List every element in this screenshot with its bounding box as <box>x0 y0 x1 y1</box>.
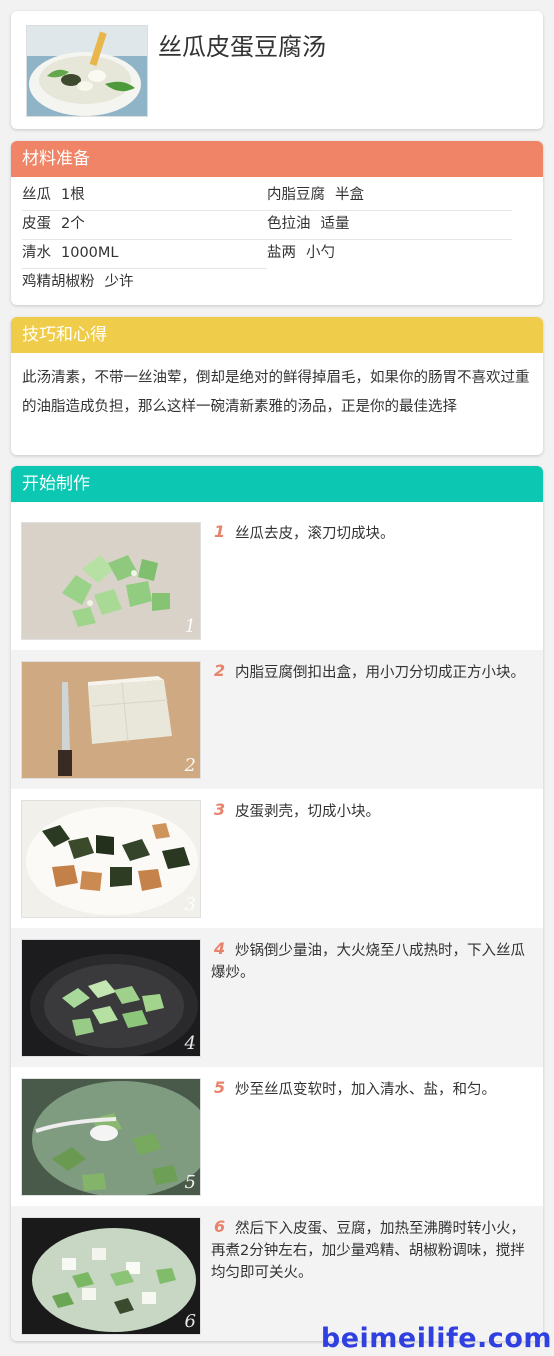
photo-step-number: 1 <box>184 616 196 637</box>
step-description: 丝瓜去皮，滚刀切成块。 <box>235 526 395 542</box>
step-description: 炒锅倒少量油，大火烧至八成热时，下入丝瓜爆炒。 <box>211 943 525 981</box>
photo-step-number: 2 <box>184 755 196 776</box>
step-description: 皮蛋剥壳，切成小块。 <box>235 804 380 820</box>
ingredient-item: 盐两 小勺 <box>267 245 335 261</box>
ingredients-list: 丝瓜 1根 内脂豆腐 半盒 皮蛋 2个 色拉油 适量 清水 1000ML 盐两 小勺 鸡精胡… <box>11 177 543 290</box>
photo-step-number: 5 <box>184 1172 196 1193</box>
step-item: 5 5 炒至丝瓜变软时，加入清水、盐，和匀。 <box>11 1067 543 1206</box>
tips-heading: 技巧和心得 <box>11 317 543 353</box>
step-description: 内脂豆腐倒扣出盒，用小刀分切成正方小块。 <box>235 665 525 681</box>
ingredient-item: 鸡精胡椒粉 少许 <box>22 274 134 290</box>
step-photo[interactable]: 4 <box>21 939 201 1057</box>
tips-card: 技巧和心得 此汤清素，不带一丝油荤，倒却是绝对的鲜得掉眉毛，如果你的肠胃不喜欢过… <box>11 317 543 455</box>
step-photo[interactable]: 3 <box>21 800 201 918</box>
ingredients-heading: 材料准备 <box>11 141 543 177</box>
ingredient-item: 色拉油 适量 <box>267 216 350 232</box>
step-item: 6 6 然后下入皮蛋、豆腐，加热至沸腾时转小火，再煮2分钟左右，加少量鸡精、胡椒… <box>11 1206 543 1341</box>
step-item: 1 1 丝瓜去皮，滚刀切成块。 <box>11 511 543 650</box>
recipe-title-card: 丝瓜皮蛋豆腐汤 <box>11 11 543 129</box>
photo-step-number: 3 <box>184 894 196 915</box>
step-description: 炒至丝瓜变软时，加入清水、盐，和匀。 <box>235 1082 496 1098</box>
step-item: 4 4 炒锅倒少量油，大火烧至八成热时，下入丝瓜爆炒。 <box>11 928 543 1067</box>
ingredient-item: 内脂豆腐 半盒 <box>267 187 364 203</box>
step-description: 然后下入皮蛋、豆腐，加热至沸腾时转小火，再煮2分钟左右，加少量鸡精、胡椒粉调味，… <box>211 1221 525 1281</box>
photo-step-number: 4 <box>184 1033 196 1054</box>
step-photo[interactable]: 2 <box>21 661 201 779</box>
step-item: 2 2 内脂豆腐倒扣出盒，用小刀分切成正方小块。 <box>11 650 543 789</box>
step-photo[interactable]: 1 <box>21 522 201 640</box>
ingredients-card: 材料准备 丝瓜 1根 内脂豆腐 半盒 皮蛋 2个 色拉油 适量 清水 1000ML 盐两小… <box>11 141 543 305</box>
photo-step-number: 6 <box>184 1311 196 1332</box>
dish-thumbnail[interactable] <box>26 25 148 117</box>
steps-card: 开始制作 1 1 丝瓜去皮，滚刀切成块。 2 2 内脂豆腐倒扣出盒，用小刀分切成… <box>11 466 543 1341</box>
site-watermark: beimeilife.com <box>320 1323 552 1354</box>
tips-text: 此汤清素，不带一丝油荤，倒却是绝对的鲜得掉眉毛，如果你的肠胃不喜欢过重的油脂造成… <box>22 370 530 415</box>
steps-heading: 开始制作 <box>11 466 543 502</box>
step-photo[interactable]: 6 <box>21 1217 201 1335</box>
recipe-title: 丝瓜皮蛋豆腐汤 <box>158 33 326 61</box>
ingredient-item: 丝瓜 1根 <box>22 187 85 203</box>
step-item: 3 3 皮蛋剥壳，切成小块。 <box>11 789 543 928</box>
step-photo[interactable]: 5 <box>21 1078 201 1196</box>
ingredient-item: 皮蛋 2个 <box>22 216 85 232</box>
ingredient-item: 清水 1000ML <box>22 245 119 261</box>
